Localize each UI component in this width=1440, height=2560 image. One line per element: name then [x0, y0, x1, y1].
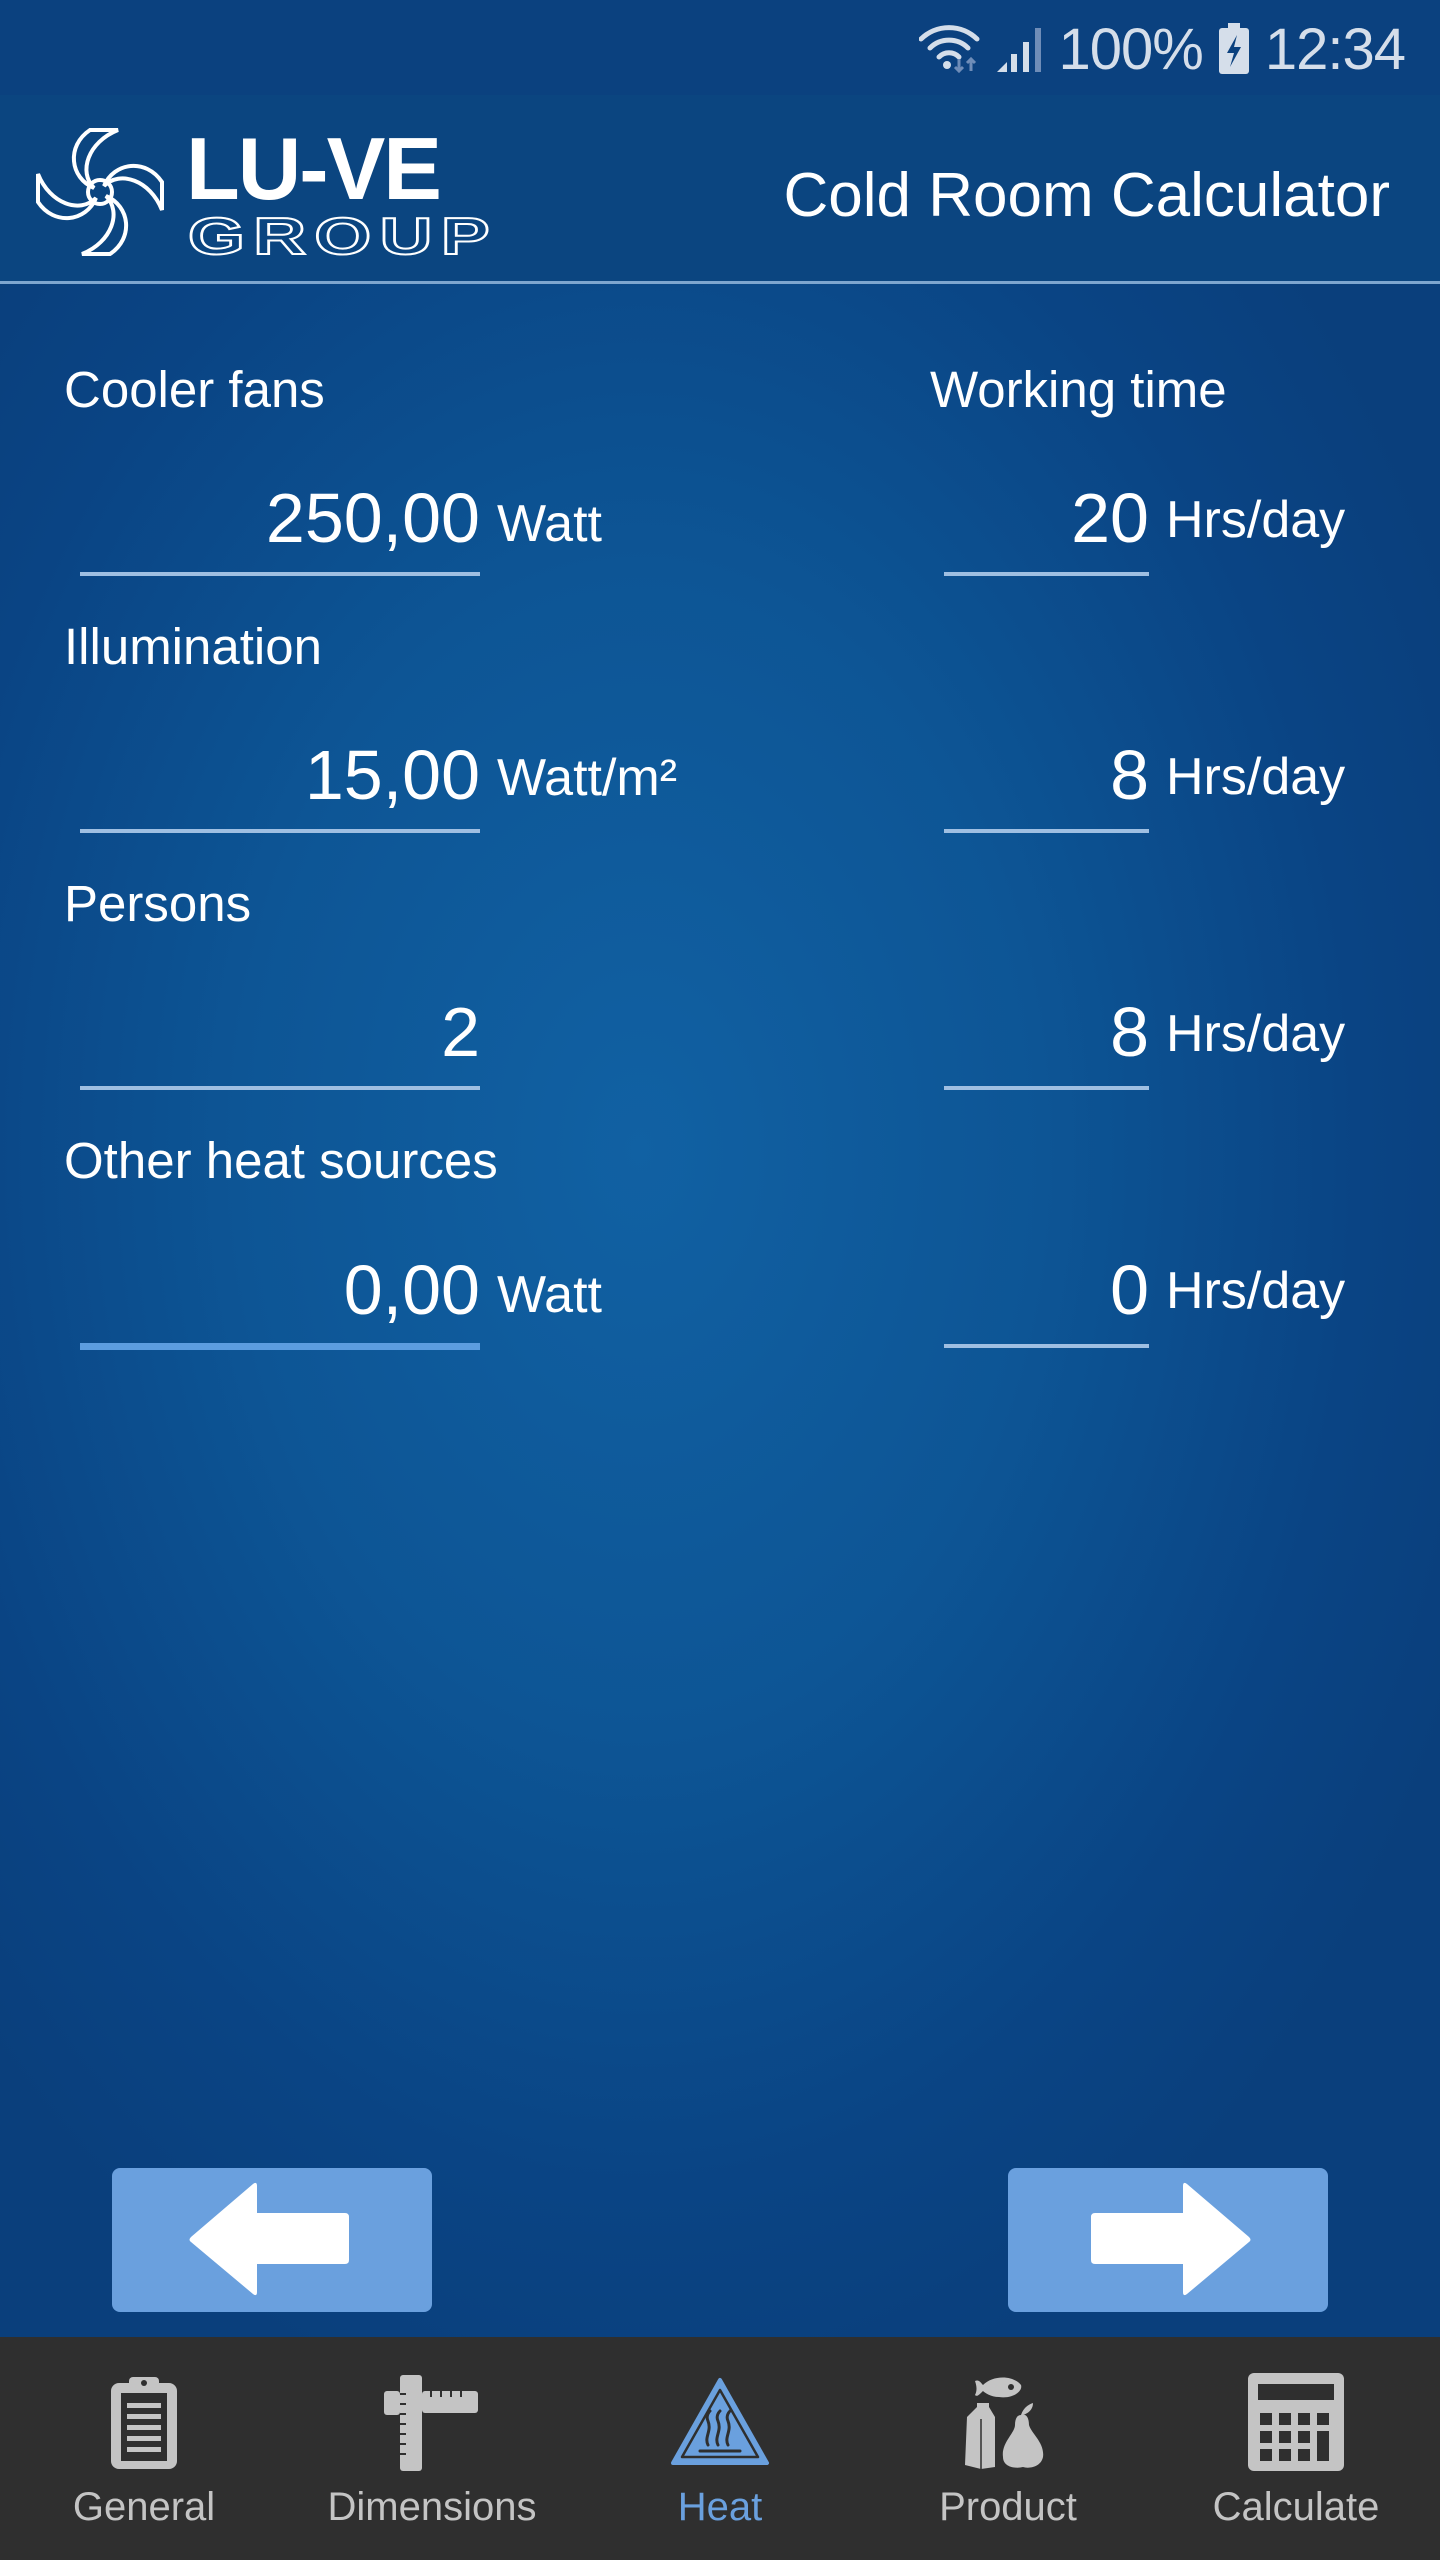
illumination-hours-input[interactable]: 8: [944, 736, 1149, 833]
other-heat-sources-input[interactable]: 0,00: [80, 1251, 480, 1350]
next-button[interactable]: [1008, 2168, 1328, 2312]
wifi-icon: [918, 25, 979, 74]
logo-text: LU-VE: [186, 119, 440, 218]
persons-input[interactable]: 2: [80, 993, 480, 1090]
input-underline: [80, 829, 480, 833]
other-heat-sources-label: Other heat sources: [64, 1132, 498, 1189]
clipboard-icon: [111, 2377, 177, 2469]
tab-label: Product: [939, 2485, 1077, 2529]
persons-hours-value: 8: [1110, 993, 1149, 1071]
input-underline: [944, 572, 1149, 576]
tab-product[interactable]: Product: [864, 2337, 1152, 2560]
tab-dimensions[interactable]: Dimensions: [288, 2337, 576, 2560]
persons-hours-input[interactable]: 8: [944, 993, 1149, 1090]
battery-percent: 100%: [1058, 16, 1204, 82]
cooler-fans-label: Cooler fans: [64, 361, 325, 418]
input-underline: [944, 1344, 1149, 1348]
tab-heat[interactable]: Heat: [576, 2337, 864, 2560]
tab-general[interactable]: General: [0, 2337, 288, 2560]
fan-logo-icon: [36, 128, 164, 256]
other-heat-sources-value: 0,00: [343, 1251, 480, 1329]
bottom-tab-bar: General Dimensions Heat Product Calculat…: [0, 2337, 1440, 2560]
illumination-label: Illumination: [64, 618, 322, 675]
arrow-left-icon: [189, 2182, 349, 2296]
other-heat-sources-hours-unit: Hrs/day: [1166, 1262, 1346, 1320]
illumination-value: 15,00: [304, 736, 480, 814]
cooler-fans-unit: Watt: [497, 495, 602, 553]
other-heat-sources-hours-value: 0: [1110, 1251, 1149, 1329]
persons-label: Persons: [64, 875, 252, 932]
cooler-fans-hours-value: 20: [1071, 479, 1149, 557]
input-underline: [944, 829, 1149, 833]
cooler-fans-hours-input[interactable]: 20: [944, 479, 1149, 576]
signal-icon: [996, 28, 1041, 72]
calculator-icon: [1248, 2373, 1344, 2471]
tab-calculate[interactable]: Calculate: [1152, 2337, 1440, 2560]
logo-subtext: GROUP: [188, 208, 498, 266]
input-underline: [80, 572, 480, 576]
other-heat-sources-hours-input[interactable]: 0: [944, 1251, 1149, 1348]
tab-label: General: [72, 2485, 216, 2529]
page-title: Cold Room Calculator: [783, 161, 1390, 230]
ruler-icon: [384, 2375, 478, 2471]
cooler-fans-input[interactable]: 250,00: [80, 479, 480, 576]
status-icons: 100% 12:34: [918, 14, 1406, 84]
persons-hours-unit: Hrs/day: [1166, 1005, 1346, 1063]
input-underline-focused: [80, 1343, 480, 1350]
lu-ve-logo: LU-VE GROUP: [28, 117, 508, 272]
status-bar: 100% 12:34: [0, 0, 1440, 95]
working-time-label: Working time: [930, 361, 1227, 418]
illumination-unit: Watt/m²: [497, 749, 678, 807]
tab-label: Heat: [677, 2485, 763, 2529]
illumination-hours-unit: Hrs/day: [1166, 748, 1346, 806]
clock: 12:34: [1264, 16, 1406, 82]
food-products-icon: [965, 2377, 1044, 2469]
illumination-hours-value: 8: [1110, 736, 1149, 814]
illumination-input[interactable]: 15,00: [80, 736, 480, 833]
input-underline: [944, 1086, 1149, 1090]
persons-value: 2: [441, 993, 480, 1071]
input-underline: [80, 1086, 480, 1090]
cooler-fans-value: 250,00: [265, 479, 480, 557]
arrow-right-icon: [1091, 2182, 1251, 2296]
heat-warning-icon: [671, 2378, 769, 2465]
header-divider: [0, 281, 1440, 284]
tab-label: Calculate: [1212, 2485, 1380, 2529]
tab-label: Dimensions: [327, 2485, 537, 2529]
back-button[interactable]: [112, 2168, 432, 2312]
other-heat-sources-unit: Watt: [497, 1266, 602, 1324]
cooler-fans-hours-unit: Hrs/day: [1166, 491, 1346, 549]
battery-charging-icon: [1218, 23, 1249, 74]
